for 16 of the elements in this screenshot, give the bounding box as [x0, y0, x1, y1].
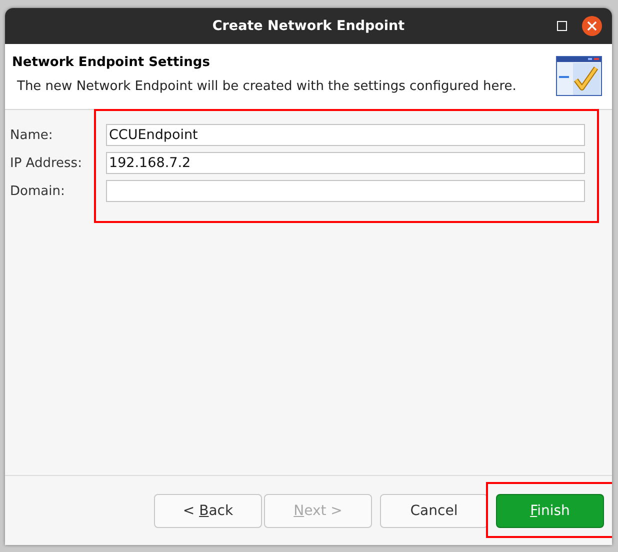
- field-label: IP Address:: [10, 156, 83, 170]
- maximize-button[interactable]: [554, 18, 570, 34]
- field-label: Name:: [10, 128, 54, 142]
- maximize-icon: [557, 21, 567, 31]
- text-field[interactable]: 192.168.7.2: [106, 152, 585, 174]
- close-icon: [587, 21, 597, 31]
- window-checkmark-icon: [556, 56, 602, 96]
- text-field[interactable]: [106, 180, 585, 202]
- close-button[interactable]: [582, 16, 602, 36]
- window-title: Create Network Endpoint: [212, 18, 405, 34]
- page-title: Network Endpoint Settings: [12, 55, 211, 70]
- dialog-button[interactable]: < Back: [154, 494, 262, 528]
- page-description: The new Network Endpoint will be created with the settings configured here.: [17, 79, 516, 94]
- field-label: Domain:: [10, 184, 66, 198]
- text-field[interactable]: CCUEndpoint: [106, 124, 585, 146]
- dialog-button[interactable]: Cancel: [380, 494, 488, 528]
